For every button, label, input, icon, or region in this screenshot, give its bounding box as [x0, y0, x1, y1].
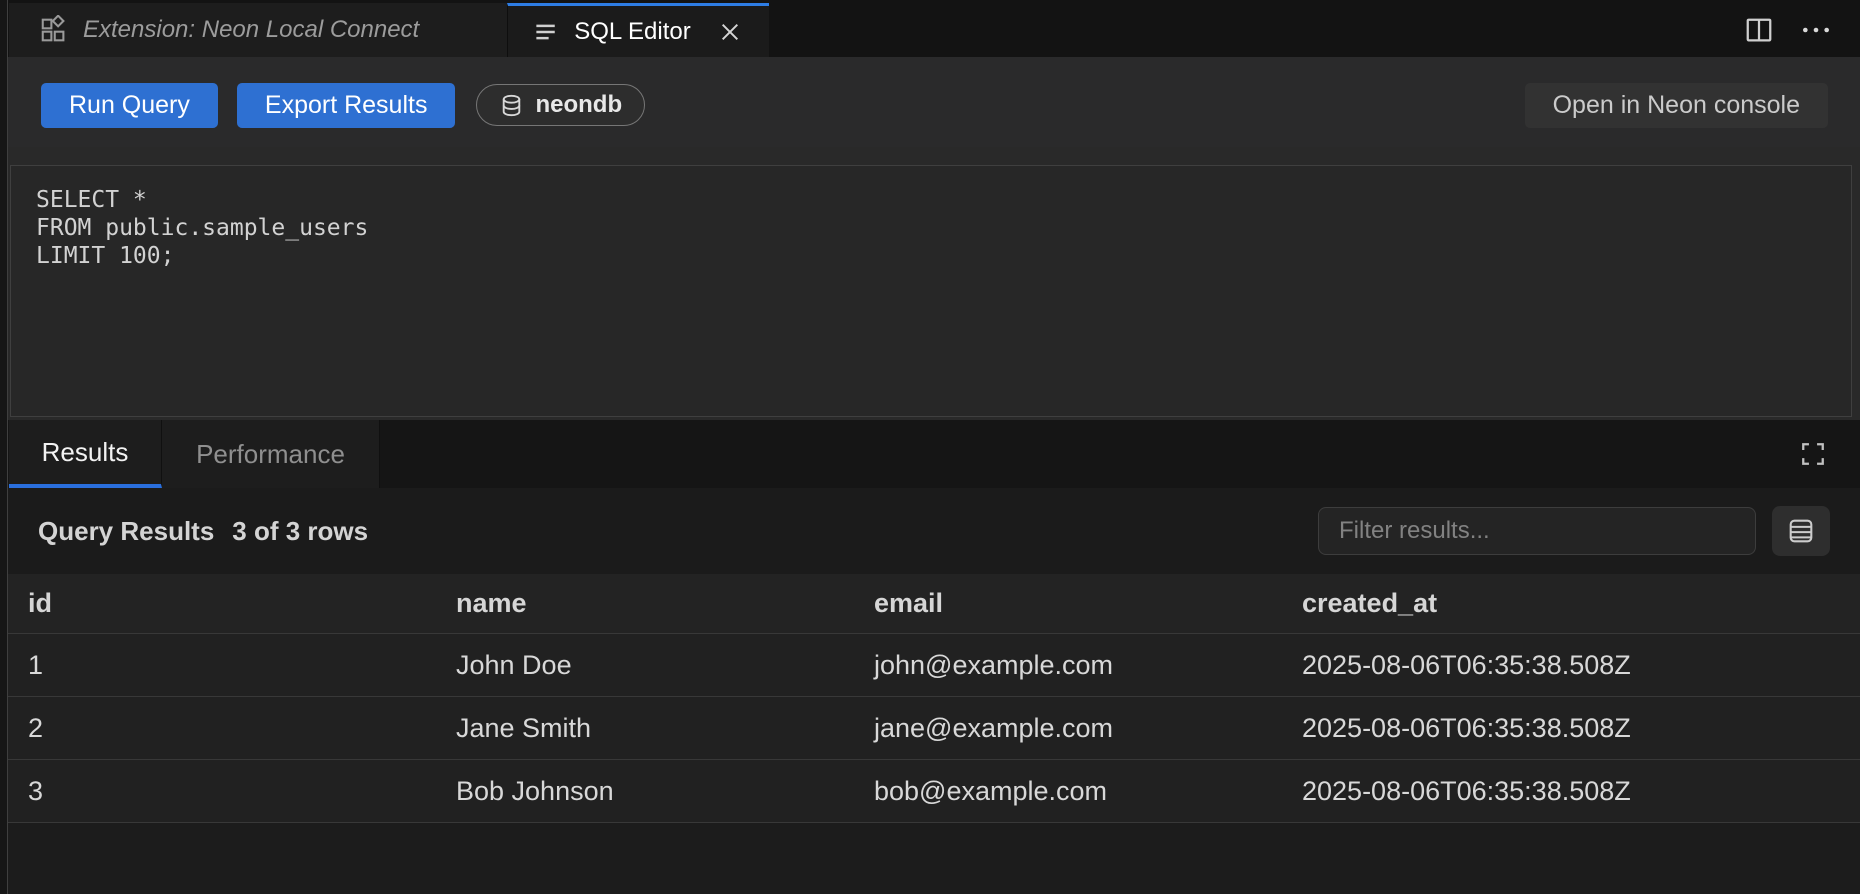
tab-label: Results	[42, 437, 129, 468]
editor-tab-bar: Extension: Neon Local Connect SQL Editor	[0, 0, 1860, 57]
table-cell: 2025-08-06T06:35:38.508Z	[1302, 713, 1860, 744]
tab-label: Extension: Neon Local Connect	[83, 16, 419, 44]
list-icon	[532, 18, 560, 46]
column-header-created_at[interactable]: created_at	[1302, 588, 1860, 619]
close-icon[interactable]	[715, 17, 745, 47]
table-cell: Bob Johnson	[456, 776, 874, 807]
table-row[interactable]: 1John Doejohn@example.com2025-08-06T06:3…	[0, 634, 1860, 697]
export-results-button[interactable]: Export Results	[237, 83, 456, 128]
database-selector[interactable]: neondb	[476, 84, 645, 126]
table-header-row: idnameemailcreated_at	[0, 574, 1860, 634]
table-row[interactable]: 3Bob Johnsonbob@example.com2025-08-06T06…	[0, 760, 1860, 823]
table-cell: Jane Smith	[456, 713, 874, 744]
query-results-bar: Query Results 3 of 3 rows	[0, 488, 1860, 574]
editor-container: SELECT * FROM public.sample_users LIMIT …	[0, 147, 1860, 420]
tab-extension-neon-local-connect[interactable]: Extension: Neon Local Connect	[9, 3, 507, 57]
table-rows-icon	[1786, 516, 1816, 546]
table-cell: 2025-08-06T06:35:38.508Z	[1302, 776, 1860, 807]
table-cell: bob@example.com	[874, 776, 1302, 807]
table-row[interactable]: 2Jane Smithjane@example.com2025-08-06T06…	[0, 697, 1860, 760]
table-cell: 2025-08-06T06:35:38.508Z	[1302, 650, 1860, 681]
query-toolbar: Run Query Export Results neondb Open in …	[0, 57, 1860, 147]
database-name: neondb	[535, 91, 622, 119]
table-body: 1John Doejohn@example.com2025-08-06T06:3…	[0, 634, 1860, 823]
sql-editor[interactable]: SELECT * FROM public.sample_users LIMIT …	[10, 165, 1852, 417]
table-cell: john@example.com	[874, 650, 1302, 681]
table-cell: John Doe	[456, 650, 874, 681]
column-header-id[interactable]: id	[0, 588, 456, 619]
table-cell: 2	[0, 713, 456, 744]
extensions-icon	[39, 15, 69, 45]
query-results-title: Query Results	[38, 516, 214, 547]
run-query-button[interactable]: Run Query	[41, 83, 218, 128]
table-view-button[interactable]	[1772, 506, 1830, 556]
filter-results-input[interactable]	[1318, 507, 1756, 555]
column-header-email[interactable]: email	[874, 588, 1302, 619]
tab-sql-editor[interactable]: SQL Editor	[507, 3, 769, 57]
tab-results[interactable]: Results	[9, 420, 162, 488]
table-footer-area	[0, 823, 1860, 894]
tab-performance[interactable]: Performance	[162, 420, 380, 488]
table-cell: 3	[0, 776, 456, 807]
split-editor-icon[interactable]	[1744, 15, 1774, 45]
results-tab-spacer	[380, 420, 1800, 488]
panel-left-edge	[0, 0, 8, 894]
column-header-name[interactable]: name	[456, 588, 874, 619]
tab-label: SQL Editor	[574, 18, 691, 46]
table-cell: jane@example.com	[874, 713, 1302, 744]
results-tab-bar: Results Performance	[0, 420, 1860, 488]
more-actions-icon[interactable]	[1800, 15, 1832, 45]
table-cell: 1	[0, 650, 456, 681]
row-count: 3 of 3 rows	[232, 516, 368, 547]
expand-icon[interactable]	[1800, 441, 1826, 467]
tab-label: Performance	[196, 439, 345, 470]
sql-code[interactable]: SELECT * FROM public.sample_users LIMIT …	[11, 166, 1851, 270]
database-icon	[499, 92, 524, 119]
open-neon-console-button[interactable]: Open in Neon console	[1525, 83, 1828, 128]
tab-bar-spacer	[769, 3, 1744, 57]
